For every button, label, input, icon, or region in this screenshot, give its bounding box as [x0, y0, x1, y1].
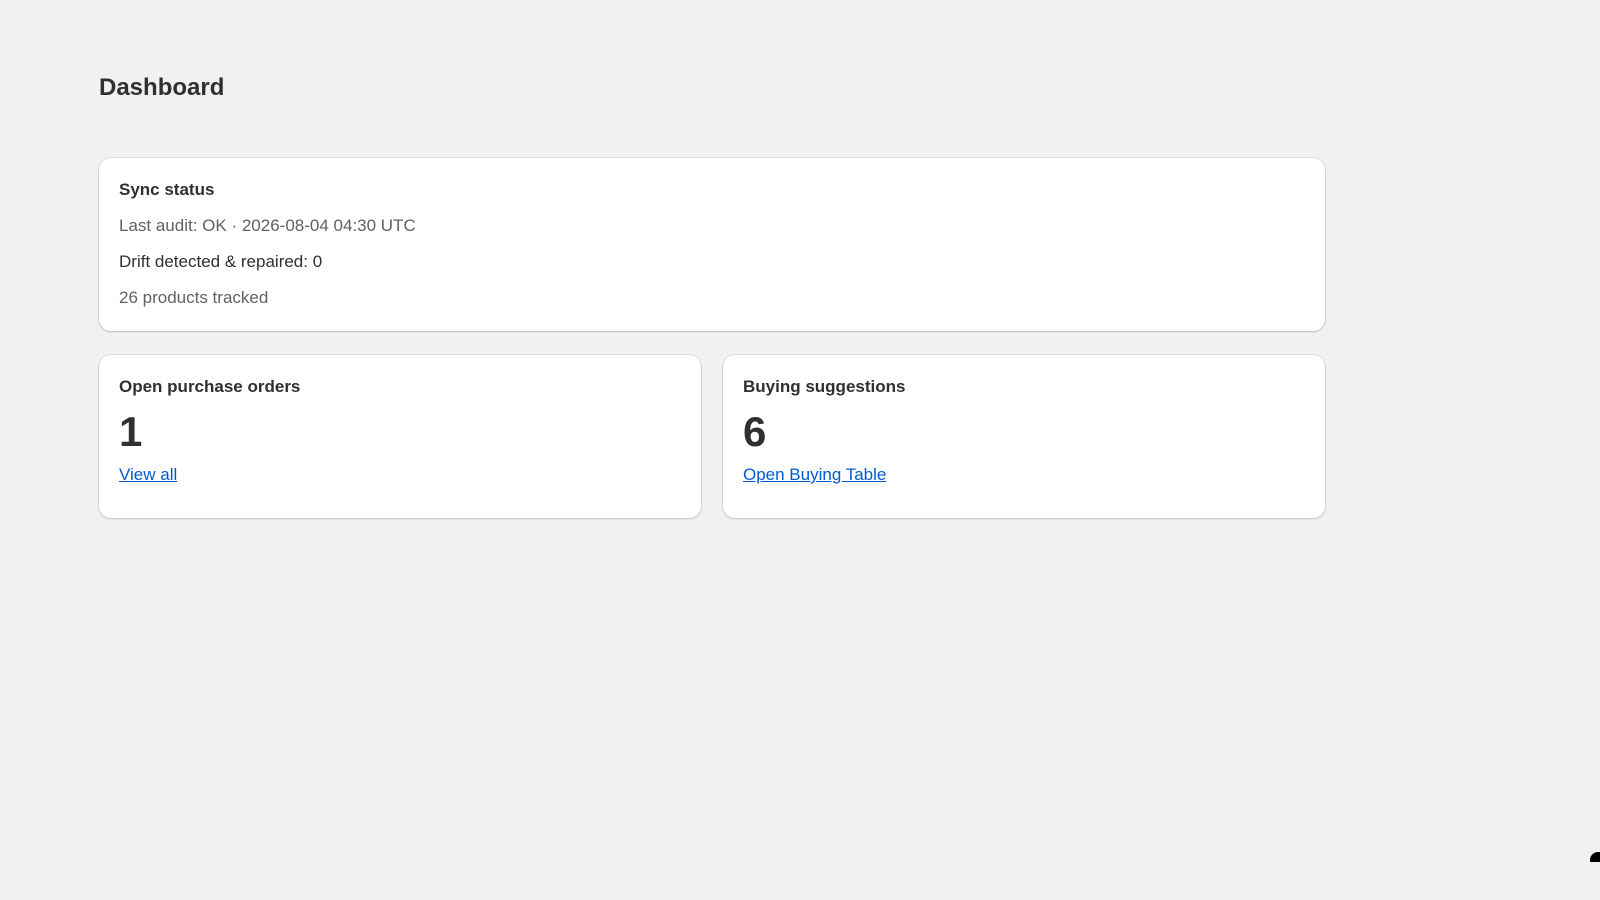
sync-status-heading: Sync status [119, 180, 215, 199]
view-all-link[interactable]: View all [119, 463, 177, 487]
drift-repaired-text: Drift detected & repaired: 0 [119, 252, 323, 271]
buying-suggestions-count: 6 [743, 408, 767, 455]
open-purchase-orders-count: 1 [119, 408, 143, 455]
page-title: Dashboard [99, 74, 225, 101]
resize-corner-icon [1590, 846, 1600, 862]
buying-suggestions-card: Buying suggestions 6 Open Buying Table [723, 355, 1325, 518]
sync-status-card: Sync status Last audit: OK · 2026-08-04 … [99, 158, 1325, 331]
open-purchase-orders-heading: Open purchase orders [119, 377, 301, 396]
products-tracked-text: 26 products tracked [119, 288, 269, 307]
buying-suggestions-heading: Buying suggestions [743, 377, 906, 396]
last-audit-text: Last audit: OK · 2026-08-04 04:30 UTC [119, 216, 416, 235]
open-purchase-orders-card: Open purchase orders 1 View all [99, 355, 701, 518]
open-buying-table-link[interactable]: Open Buying Table [743, 463, 886, 487]
